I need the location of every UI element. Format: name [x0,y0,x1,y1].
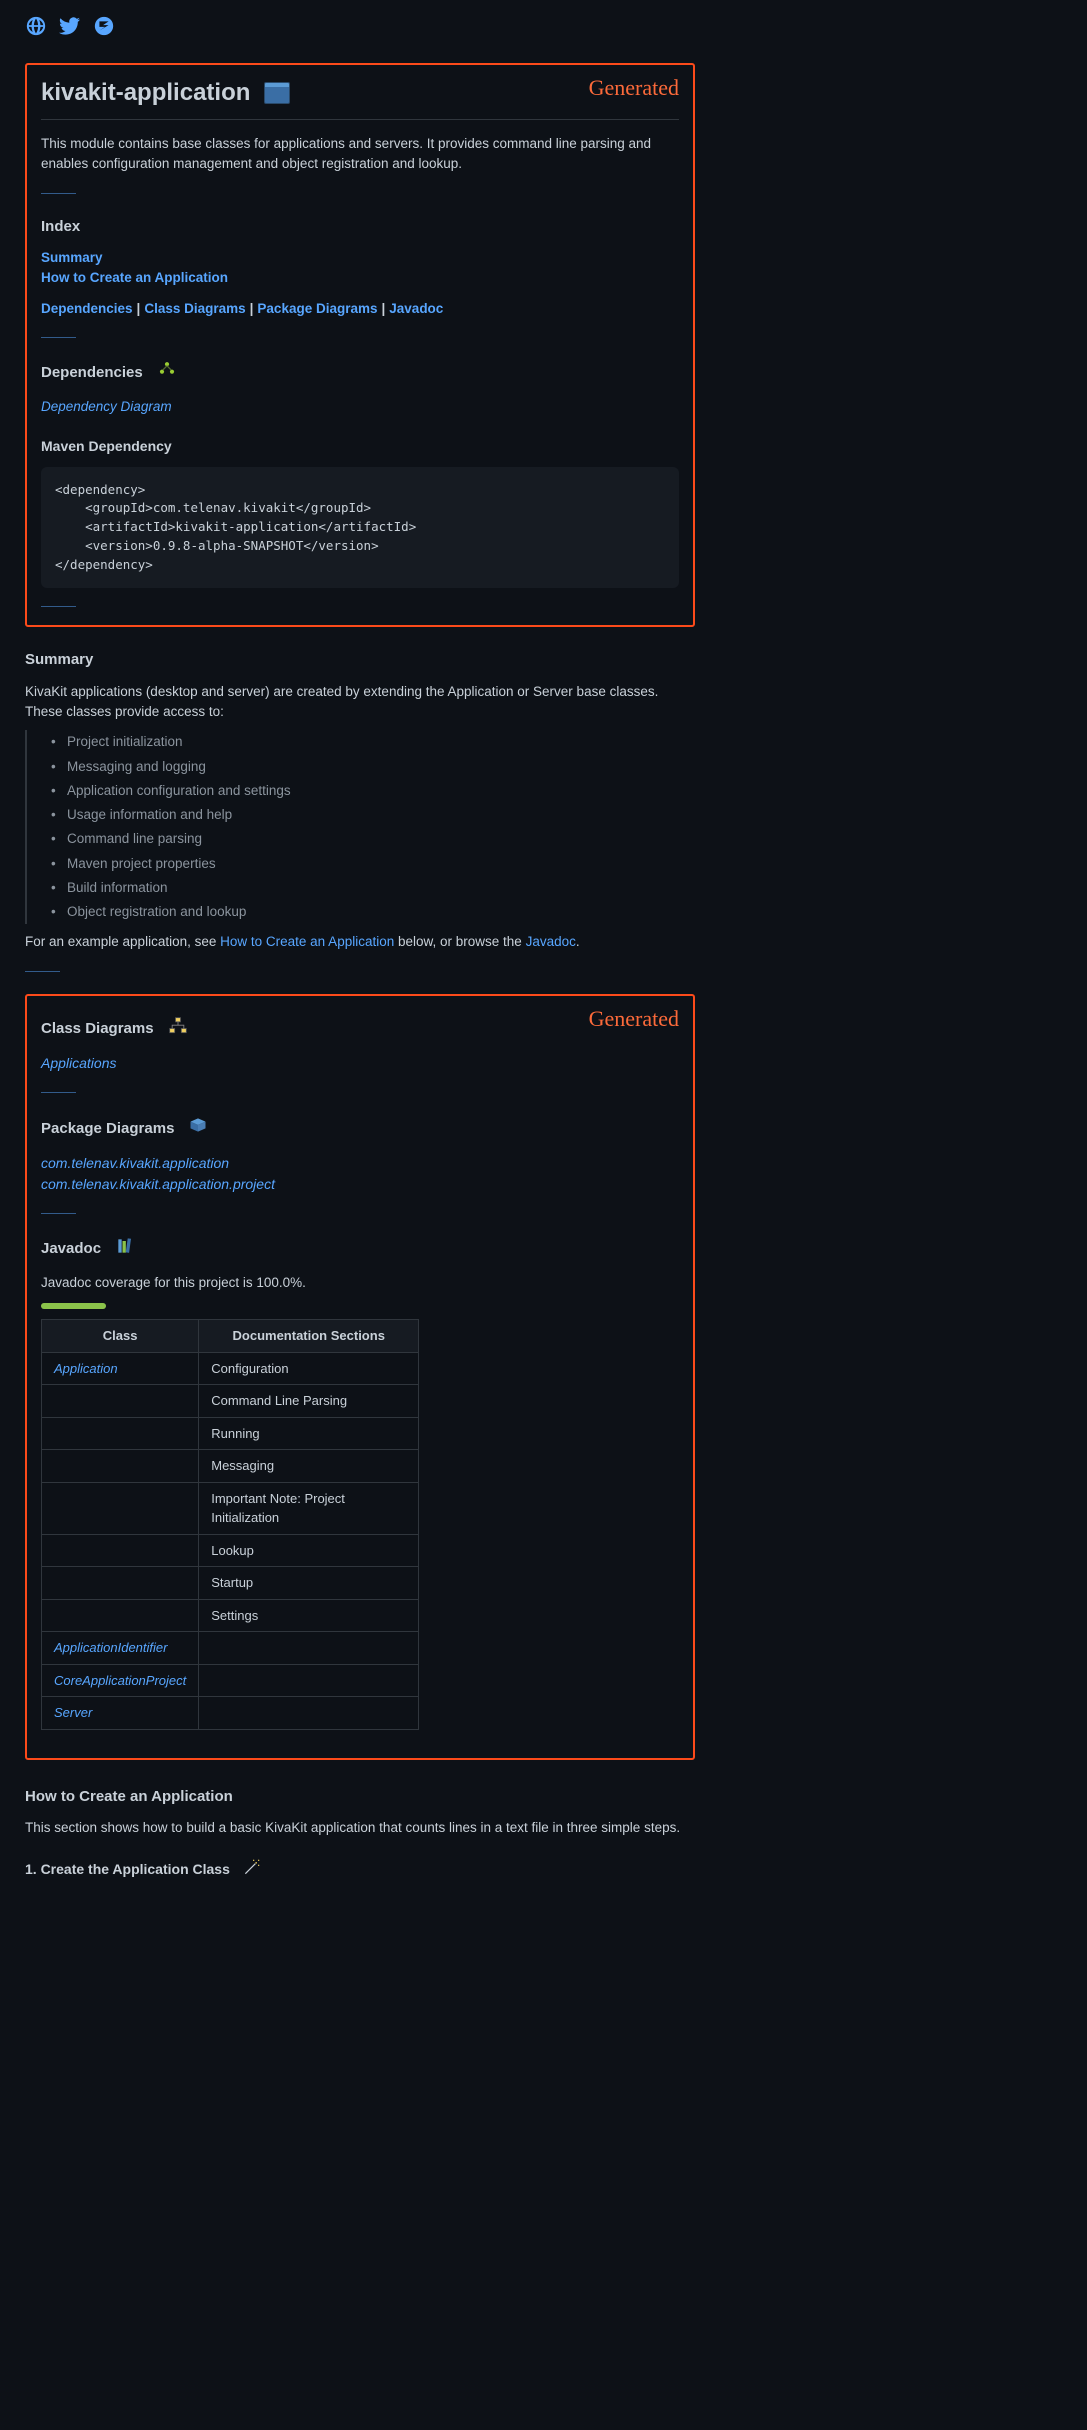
howto-step1: 1. Create the Application Class [25,1857,695,1883]
wand-icon [242,1857,262,1883]
coverage-bar [41,1303,106,1309]
link-pkg-diag[interactable]: Package Diagrams [257,301,377,316]
javadoc-text: Javadoc [41,1238,101,1261]
doc-section-cell: Messaging [199,1450,419,1483]
pkg-diag-heading: Package Diagrams [41,1115,679,1143]
doc-section-cell: Lookup [199,1534,419,1567]
table-row: Server [42,1697,419,1730]
th-sections: Documentation Sections [199,1320,419,1353]
javadoc-table: Class Documentation Sections Application… [41,1319,419,1730]
summary-intro: KivaKit applications (desktop and server… [25,682,695,723]
doc-section-cell [199,1664,419,1697]
doc-section-cell: Running [199,1417,419,1450]
divider [25,971,60,972]
summary-list: Project initializationMessaging and logg… [25,730,695,924]
deps-heading: Dependencies [41,360,679,388]
dep-diagram-link[interactable]: Dependency Diagram [41,399,172,414]
table-row: Command Line Parsing [42,1385,419,1418]
table-row: CoreApplicationProject [42,1664,419,1697]
generated-box-2: Generated Class Diagrams Applications Pa… [25,994,695,1760]
summary-item: Application configuration and settings [49,779,695,803]
table-row: Application Configuration [42,1352,419,1385]
index-nav-row: Dependencies|Class Diagrams|Package Diag… [41,299,679,319]
javadoc-class-link[interactable]: ApplicationIdentifier [54,1640,167,1655]
table-row: ApplicationIdentifier [42,1632,419,1665]
diagram-icon [168,1016,188,1044]
summary-item: Maven project properties [49,852,695,876]
maven-code: <dependency> <groupId>com.telenav.kivaki… [41,467,679,589]
generated-box-1: Generated kivakit-application This modul… [25,63,695,627]
howto-heading: How to Create an Application [25,1786,695,1809]
tree-icon [157,360,177,388]
top-icon-bar [25,15,695,43]
maven-heading: Maven Dependency [41,436,679,457]
coverage-text: Javadoc coverage for this project is 100… [41,1273,679,1293]
class-diag-link[interactable]: Applications [41,1055,117,1071]
table-row: Running [42,1417,419,1450]
generated-label: Generated [589,1002,679,1035]
link-javadoc[interactable]: Javadoc [389,301,443,316]
javadoc-class-link[interactable]: CoreApplicationProject [54,1673,186,1688]
generated-label: Generated [589,71,679,104]
divider [41,1213,76,1214]
globe-icon[interactable] [25,15,47,43]
outro-link1[interactable]: How to Create an Application [220,934,394,949]
summary-item: Usage information and help [49,803,695,827]
doc-section-cell: Startup [199,1567,419,1600]
divider [41,193,76,194]
summary-item: Build information [49,876,695,900]
table-row: Important Note: Project Initialization [42,1482,419,1534]
title-text: kivakit-application [41,75,250,111]
pkg-diag-link[interactable]: com.telenav.kivakit.application.project [41,1176,275,1192]
summary-item: Project initialization [49,730,695,754]
window-icon [264,82,290,104]
howto-intro: This section shows how to build a basic … [25,1818,695,1838]
summary-outro: For an example application, see How to C… [25,932,695,952]
summary-heading: Summary [25,649,695,672]
intro-text: This module contains base classes for ap… [41,134,679,175]
table-row: Settings [42,1599,419,1632]
outro-link2[interactable]: Javadoc [526,934,576,949]
javadoc-class-link[interactable]: Application [54,1361,118,1376]
class-diag-text: Class Diagrams [41,1018,154,1041]
divider [41,1092,76,1093]
doc-section-cell [199,1632,419,1665]
page-title: kivakit-application [41,75,679,120]
pkg-diag-link[interactable]: com.telenav.kivakit.application [41,1155,229,1171]
index-heading: Index [41,216,679,239]
summary-item: Object registration and lookup [49,900,695,924]
javadoc-class-link[interactable]: Server [54,1705,92,1720]
pkg-diag-text: Package Diagrams [41,1118,174,1141]
summary-item: Command line parsing [49,827,695,851]
class-diag-heading: Class Diagrams [41,1016,679,1044]
table-row: Lookup [42,1534,419,1567]
doc-section-cell: Important Note: Project Initialization [199,1482,419,1534]
divider [41,337,76,338]
th-class: Class [42,1320,199,1353]
divider [41,606,76,607]
doc-section-cell: Settings [199,1599,419,1632]
twitter-icon[interactable] [59,15,81,43]
doc-section-cell [199,1697,419,1730]
books-icon [115,1236,135,1264]
doc-section-cell: Command Line Parsing [199,1385,419,1418]
summary-item: Messaging and logging [49,755,695,779]
link-deps[interactable]: Dependencies [41,301,133,316]
javadoc-heading: Javadoc [41,1236,679,1264]
deps-heading-text: Dependencies [41,362,143,385]
table-row: Messaging [42,1450,419,1483]
link-howto[interactable]: How to Create an Application [41,270,228,285]
link-class-diag[interactable]: Class Diagrams [144,301,245,316]
doc-section-cell: Configuration [199,1352,419,1385]
link-summary[interactable]: Summary [41,250,103,265]
package-icon [188,1115,208,1143]
zulip-icon[interactable] [93,15,115,43]
table-row: Startup [42,1567,419,1600]
